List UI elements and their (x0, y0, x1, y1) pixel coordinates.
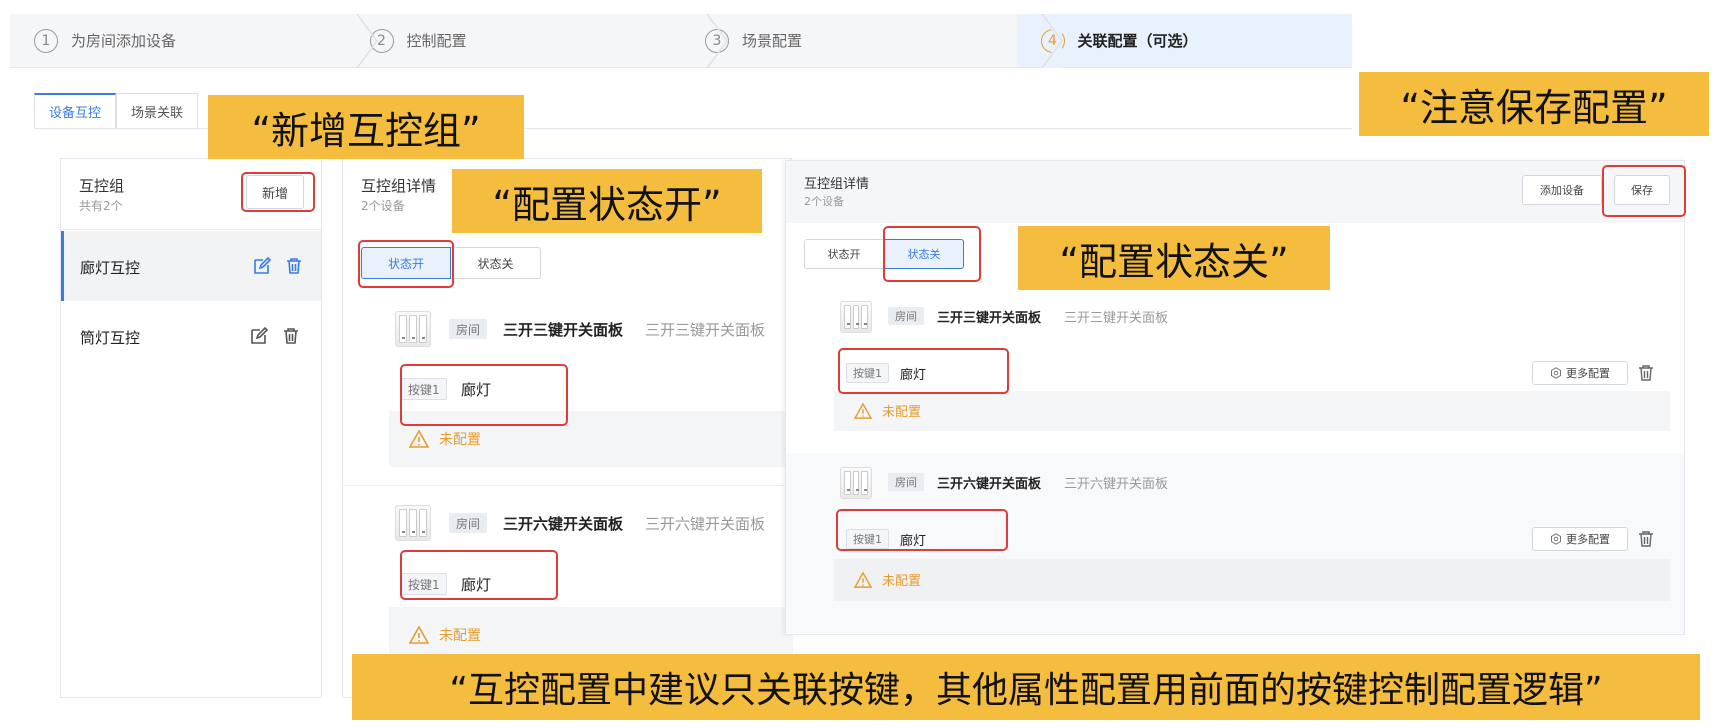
callout-state-off: “配置状态关” (1018, 226, 1330, 290)
tab-bar: 设备互控 场景关联 (34, 93, 199, 129)
divider (61, 229, 321, 230)
status-text: 未配置 (439, 432, 481, 448)
highlight-add-button (241, 172, 315, 212)
highlight-state-off (883, 226, 981, 282)
device-subname: 三开三键开关面板 (645, 321, 766, 339)
tab-device-mutual-control[interactable]: 设备互控 (34, 93, 117, 129)
delete-icon[interactable] (281, 326, 301, 346)
six-key-panel-icon (395, 505, 431, 541)
warning: 未配置 (409, 625, 481, 645)
status-text: 未配置 (439, 628, 481, 644)
room-tag: 房间 (449, 513, 488, 533)
delete-icon[interactable] (1636, 363, 1656, 383)
group-list-title: 互控组 (79, 177, 125, 195)
delete-icon[interactable] (284, 256, 304, 276)
warning: 未配置 (409, 429, 481, 449)
highlight-state-on (358, 240, 454, 288)
device-subname: 三开六键开关面板 (1064, 477, 1169, 492)
callout-add-group: “新增互控组” (208, 95, 524, 159)
device-name: 三开三键开关面板 (937, 311, 1042, 326)
callout-bottom-note: “互控配置中建议只关联按键，其他属性配置用前面的按键控制配置逻辑” (352, 654, 1700, 720)
warning: 未配置 (854, 570, 921, 589)
add-device-button[interactable]: 添加设备 (1522, 175, 1602, 205)
callout-state-on: “配置状态开” (452, 169, 762, 233)
detail-panel-state-on: 互控组详情 2个设备 状态开 状态关 房间 三开三键开关面板 三开三键开关面板 … (342, 158, 795, 698)
step-separator-icon (356, 14, 378, 68)
three-key-panel-icon (840, 301, 872, 333)
highlight-key (836, 509, 1008, 551)
state-on-button[interactable]: 状态开 (804, 239, 884, 269)
detail-count: 2个设备 (804, 195, 844, 208)
warning-icon (854, 402, 872, 419)
group-list-count: 共有2个 (79, 199, 123, 213)
step-label: 为房间添加设备 (71, 32, 177, 50)
group-item-label: 筒灯互控 (80, 329, 141, 347)
warning-icon (854, 571, 872, 588)
step-number: 1 (34, 28, 58, 53)
steps-bar: 1 为房间添加设备 2 控制配置 3 场景配置 4 关联配置（可选） (10, 14, 1352, 68)
device-subname: 三开三键开关面板 (1064, 311, 1169, 326)
highlight-save (1602, 165, 1686, 217)
status-row: 未配置 (834, 559, 1670, 601)
settings-icon (1551, 367, 1561, 379)
step-1[interactable]: 1 为房间添加设备 (10, 14, 346, 67)
highlight-key (400, 364, 568, 426)
group-item-label: 廊灯互控 (80, 259, 141, 277)
device-subname: 三开六键开关面板 (645, 515, 766, 533)
step-label: 关联配置（可选） (1077, 32, 1198, 50)
device-name: 三开六键开关面板 (937, 477, 1042, 492)
highlight-key (400, 550, 558, 600)
step-2[interactable]: 2 控制配置 (346, 14, 682, 67)
edit-icon[interactable] (249, 326, 269, 346)
device-name: 三开六键开关面板 (503, 515, 624, 533)
more-config-button[interactable]: 更多配置 (1532, 361, 1628, 385)
warning: 未配置 (854, 401, 921, 420)
step-3[interactable]: 3 场景配置 (681, 14, 1017, 67)
more-config-button[interactable]: 更多配置 (1532, 527, 1628, 551)
group-item-downlight[interactable]: 筒灯互控 (61, 301, 321, 371)
step-separator-icon (706, 14, 728, 68)
status-text: 未配置 (882, 405, 922, 420)
more-config-label: 更多配置 (1566, 533, 1610, 546)
edit-icon[interactable] (252, 256, 272, 276)
detail-title: 互控组详情 (361, 177, 437, 195)
warning-icon (409, 430, 429, 448)
status-row: 未配置 (834, 391, 1670, 431)
warning-icon (409, 626, 429, 644)
divider (343, 485, 791, 486)
step-label: 场景配置 (742, 32, 803, 50)
settings-icon (1551, 533, 1561, 545)
group-item-corridor[interactable]: 廊灯互控 (61, 231, 321, 301)
room-tag: 房间 (449, 319, 488, 339)
state-off-button[interactable]: 状态关 (451, 247, 541, 279)
highlight-key (838, 348, 1009, 394)
step-separator-icon (1040, 14, 1063, 68)
three-key-panel-icon (395, 311, 431, 347)
detail-title: 互控组详情 (804, 177, 870, 192)
tab-scene-link[interactable]: 场景关联 (116, 93, 199, 129)
status-text: 未配置 (882, 574, 922, 589)
six-key-panel-icon (840, 467, 872, 499)
callout-save-note: “注意保存配置” (1359, 72, 1709, 136)
more-config-label: 更多配置 (1566, 367, 1610, 380)
group-list-panel: 互控组 共有2个 新增 廊灯互控 筒灯互控 (60, 158, 322, 698)
room-tag: 房间 (888, 307, 924, 325)
device-name: 三开三键开关面板 (503, 321, 624, 339)
room-tag: 房间 (888, 473, 924, 491)
step-label: 控制配置 (406, 32, 467, 50)
detail-count: 2个设备 (361, 199, 405, 213)
delete-icon[interactable] (1636, 529, 1656, 549)
step-4[interactable]: 4 关联配置（可选） (1016, 14, 1352, 67)
